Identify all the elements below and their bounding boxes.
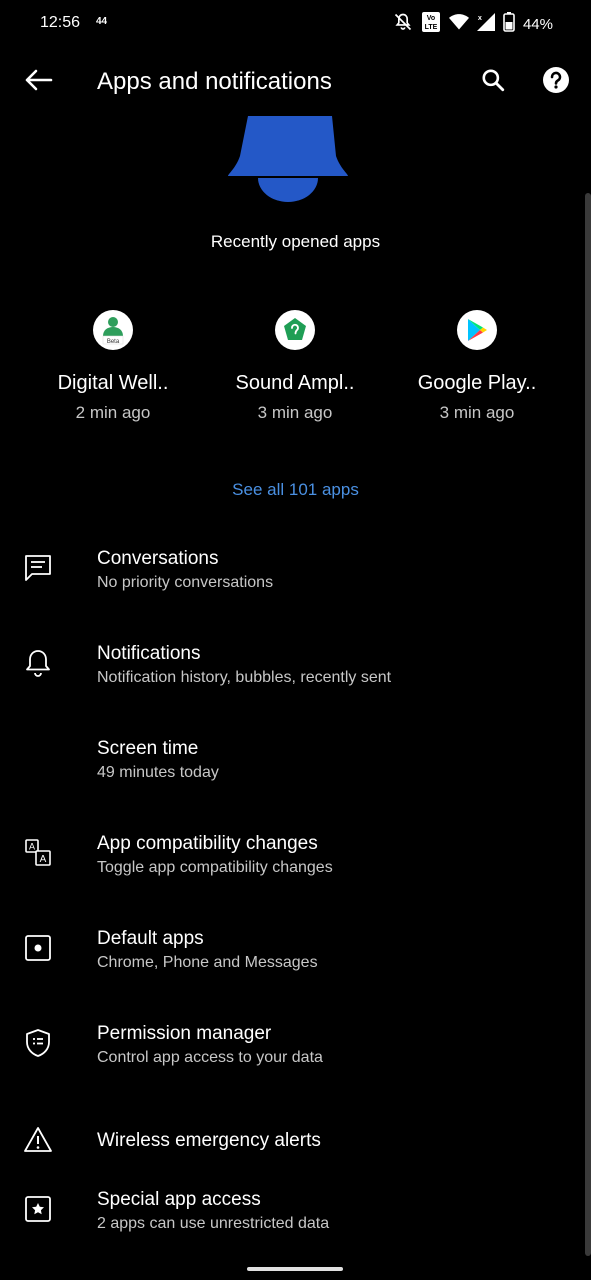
- battery-icon: [503, 12, 515, 37]
- recent-app-name: Digital Well..: [57, 372, 169, 394]
- list-item-permission-manager[interactable]: Permission manager Control app access to…: [0, 1007, 591, 1102]
- help-icon: [542, 66, 570, 99]
- svg-text:A: A: [40, 854, 47, 865]
- item-title: Conversations: [97, 548, 219, 569]
- shield-list-icon: [20, 1025, 56, 1061]
- svg-text:A: A: [29, 842, 35, 852]
- recent-app-time: 3 min ago: [257, 403, 333, 422]
- item-title: Screen time: [97, 738, 199, 759]
- notifications-hero-illustration: [228, 116, 352, 206]
- svg-text:Vo: Vo: [427, 15, 435, 22]
- item-title: Wireless emergency alerts: [97, 1130, 321, 1151]
- wifi-icon: [448, 13, 469, 36]
- recently-opened-title: Recently opened apps: [210, 232, 381, 251]
- item-subtitle: No priority conversations: [97, 574, 274, 591]
- recent-app-sound-amplifier[interactable]: Sound Ampl.. 3 min ago: [205, 308, 385, 423]
- translate-icon: AA: [20, 835, 56, 871]
- item-title: App compatibility changes: [97, 833, 318, 854]
- bell-off-icon: [393, 12, 413, 37]
- bell-illustration-icon: [228, 116, 352, 210]
- app-bar: Apps and notifications: [0, 50, 591, 114]
- search-button[interactable]: [475, 64, 511, 100]
- item-subtitle: 49 minutes today: [97, 764, 219, 781]
- bell-icon: [20, 645, 56, 681]
- item-title: Permission manager: [97, 1023, 272, 1044]
- list-item-default-apps[interactable]: Default apps Chrome, Phone and Messages: [0, 912, 591, 1007]
- recent-app-google-play[interactable]: Google Play.. 3 min ago: [387, 308, 567, 423]
- signal-icon: x: [476, 13, 495, 36]
- google-play-icon: [457, 310, 497, 350]
- status-time: 12:56: [40, 14, 81, 31]
- star-box-icon: [20, 1191, 56, 1227]
- back-button[interactable]: [18, 64, 58, 100]
- sound-amplifier-icon: [275, 310, 315, 350]
- recent-app-time: 3 min ago: [439, 403, 515, 422]
- recent-apps: Beta Digital Well.. 2 min ago Sound Ampl…: [0, 308, 591, 438]
- help-button[interactable]: [538, 64, 574, 100]
- list-item-conversations[interactable]: Conversations No priority conversations: [0, 532, 591, 627]
- arrow-left-icon: [23, 68, 53, 97]
- recent-app-name: Google Play..: [417, 372, 537, 394]
- page-title: Apps and notifications: [97, 68, 332, 95]
- see-all-apps-link[interactable]: See all 101 apps: [0, 480, 591, 500]
- volte-icon: Vo LTE: [421, 11, 441, 38]
- svg-text:x: x: [478, 13, 482, 22]
- battery-percent: 44%: [522, 16, 553, 33]
- status-icons: Vo LTE x 44%: [393, 11, 553, 38]
- recent-app-digital-wellbeing[interactable]: Beta Digital Well.. 2 min ago: [23, 308, 203, 423]
- status-extra: 44: [96, 16, 108, 27]
- item-subtitle: Notification history, bubbles, recently …: [97, 669, 392, 686]
- list-item-app-compatibility[interactable]: AA App compatibility changes Toggle app …: [0, 817, 591, 912]
- search-icon: [480, 67, 506, 98]
- item-subtitle: Chrome, Phone and Messages: [97, 954, 318, 971]
- warning-icon: [20, 1122, 56, 1158]
- item-title: Notifications: [97, 643, 201, 664]
- settings-list: Conversations No priority conversations …: [0, 532, 591, 1268]
- recent-app-name: Sound Ampl..: [235, 372, 355, 394]
- list-item-special-access[interactable]: Special app access 2 apps can use unrest…: [0, 1173, 591, 1268]
- item-title: Default apps: [97, 928, 204, 949]
- status-bar: 12:56 44 Vo LTE x 44%: [0, 0, 591, 48]
- list-item-screen-time[interactable]: Screen time 49 minutes today: [0, 722, 591, 817]
- item-subtitle: Control app access to your data: [97, 1049, 323, 1066]
- recent-app-time: 2 min ago: [75, 403, 151, 422]
- digital-wellbeing-icon: Beta: [93, 310, 133, 350]
- item-subtitle: Toggle app compatibility changes: [97, 859, 333, 876]
- scrollbar[interactable]: [585, 193, 591, 1256]
- item-title: Special app access: [97, 1189, 261, 1210]
- gesture-nav-handle[interactable]: [247, 1267, 343, 1271]
- svg-text:LTE: LTE: [425, 24, 438, 31]
- default-apps-icon: [20, 930, 56, 966]
- list-item-notifications[interactable]: Notifications Notification history, bubb…: [0, 627, 591, 722]
- item-subtitle: 2 apps can use unrestricted data: [97, 1215, 330, 1232]
- beta-badge: Beta: [107, 339, 120, 345]
- chat-icon: [20, 550, 56, 586]
